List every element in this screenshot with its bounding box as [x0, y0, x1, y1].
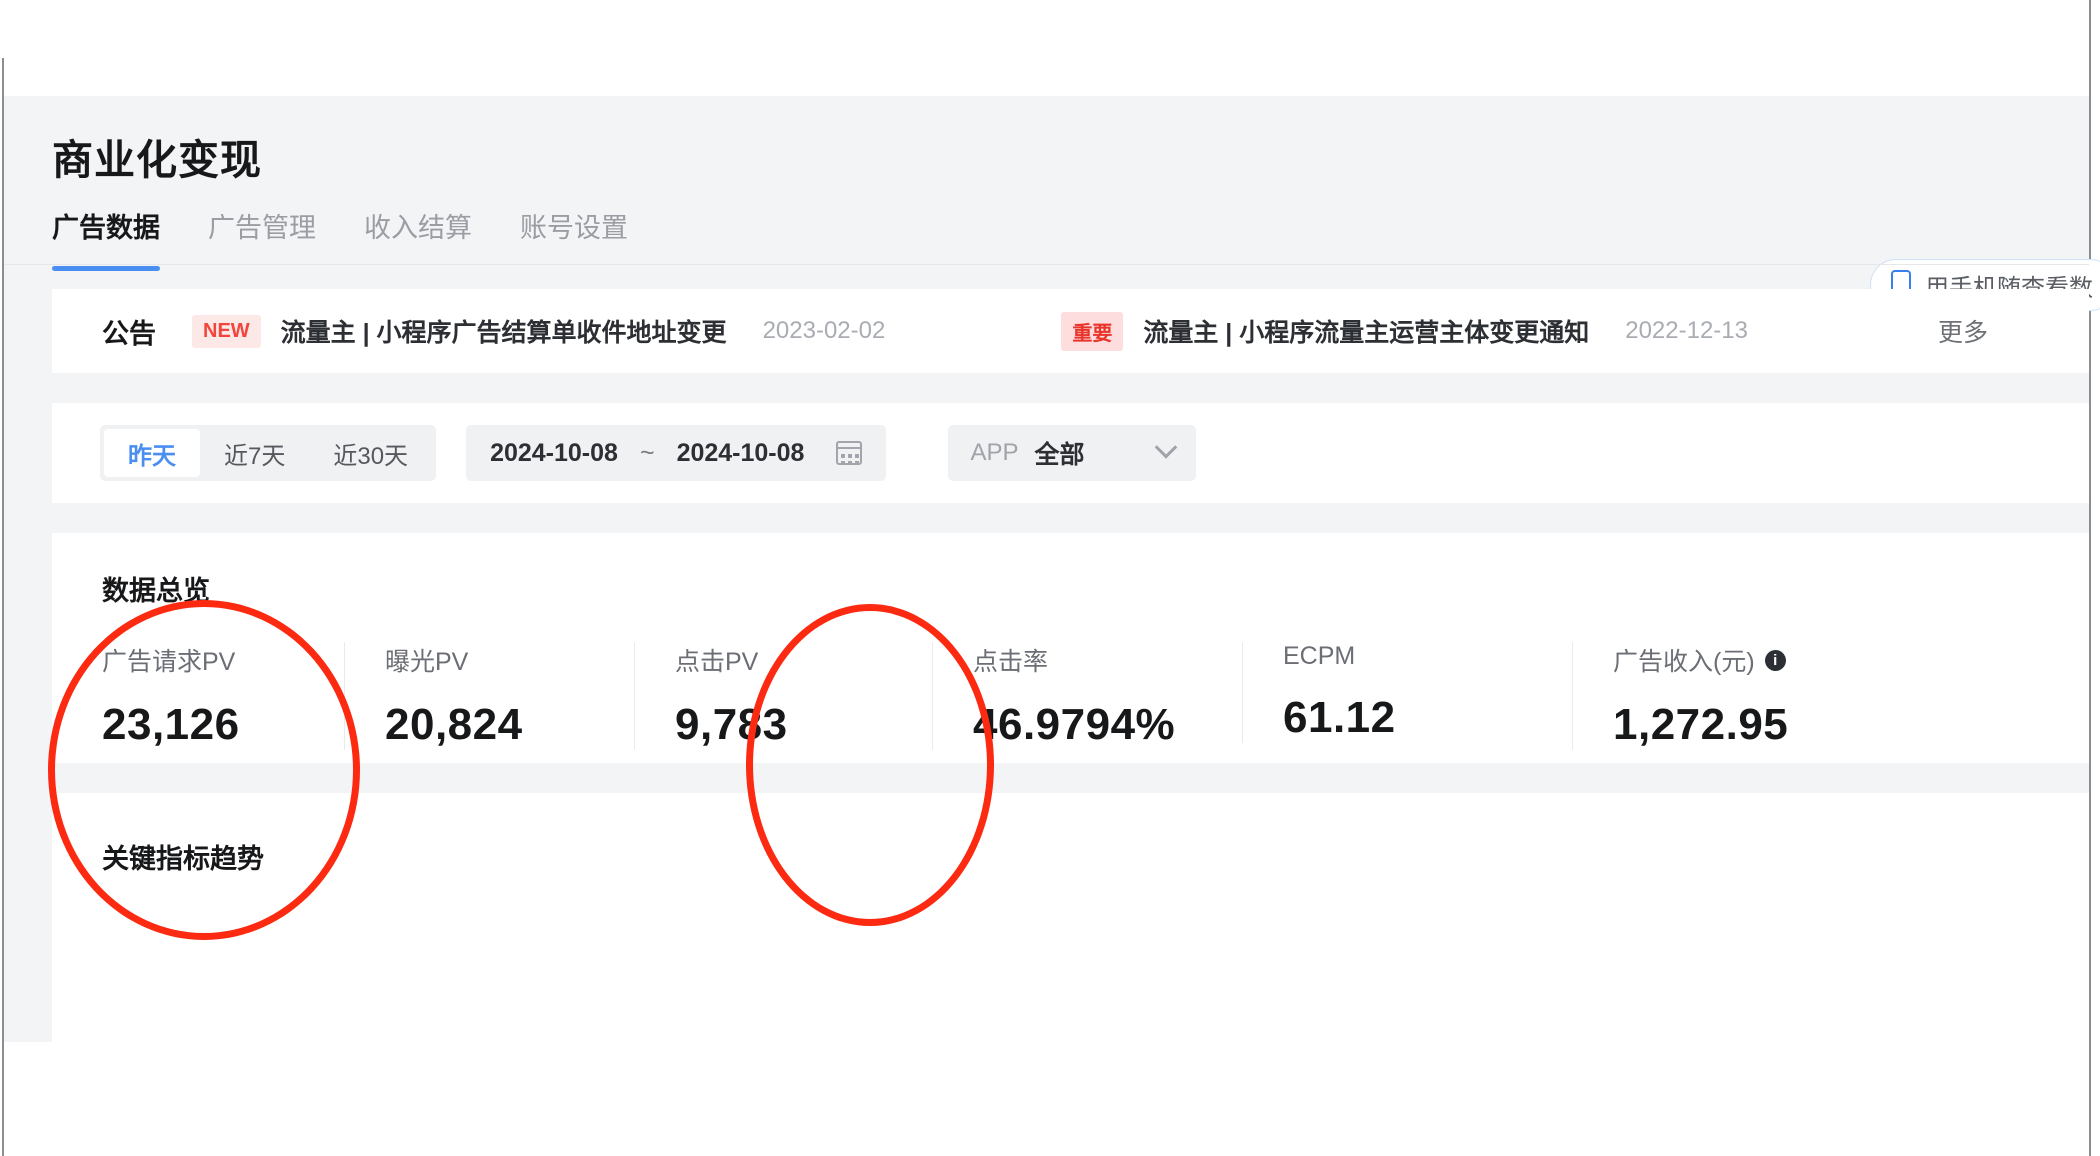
- announcement-badge-important: 重要: [1061, 311, 1124, 351]
- calendar-icon[interactable]: [836, 441, 863, 465]
- range-last7days-button[interactable]: 近7天: [200, 429, 309, 477]
- metric-impression-pv-value: 20,824: [385, 700, 523, 749]
- tab-ad-management-label: 广告管理: [208, 213, 316, 243]
- metric-ecpm-label: ECPM: [1283, 642, 1356, 670]
- range-last30days-label: 近30天: [333, 442, 409, 470]
- range-yesterday-button[interactable]: 昨天: [104, 429, 200, 477]
- key-metrics-trend-title: 关键指标趋势: [102, 844, 264, 874]
- metric-impression-pv: 曝光PV 20,824: [344, 642, 634, 750]
- announcement-more-link[interactable]: 更多: [1938, 313, 1988, 349]
- date-range-picker[interactable]: 2024-10-08 ~ 2024-10-08: [466, 425, 887, 481]
- page-body: 商业化变现 用手机随查看数 广告数据 广告管理 收入结算 账号设置 公告 NEW…: [4, 96, 2100, 1043]
- metric-ad-request-pv: 广告请求PV 23,126: [102, 642, 344, 750]
- data-overview-section: 数据总览 广告请求PV 23,126 曝光PV 20,824 点击PV 9,78…: [52, 533, 2089, 763]
- tab-ad-data-label: 广告数据: [52, 213, 160, 243]
- window-right-border: [2089, 0, 2091, 1156]
- date-start-value[interactable]: 2024-10-08: [490, 439, 618, 468]
- metric-click-rate-value: 46.9794%: [973, 700, 1176, 749]
- chevron-down-icon: [1155, 436, 1178, 459]
- metric-ad-request-pv-label: 广告请求PV: [102, 648, 236, 676]
- metric-ad-request-pv-value: 23,126: [102, 700, 240, 749]
- metric-click-pv: 点击PV 9,783: [634, 642, 932, 750]
- date-range-segmented-control: 昨天 近7天 近30天: [100, 425, 437, 481]
- filter-bar: 昨天 近7天 近30天 2024-10-08 ~ 2024-10-08 APP …: [52, 403, 2089, 503]
- metric-ad-revenue-label-text: 广告收入(元): [1613, 648, 1755, 676]
- app-filter-select[interactable]: APP 全部: [948, 425, 1197, 481]
- date-end-value[interactable]: 2024-10-08: [677, 439, 805, 468]
- tab-bar-divider: [4, 264, 2089, 265]
- page-title: 商业化变现: [52, 137, 262, 183]
- announcement-item-text[interactable]: 流量主 | 小程序广告结算单收件地址变更: [281, 313, 727, 349]
- metric-ad-revenue-label: 广告收入(元) i: [1613, 642, 1912, 678]
- announcement-badge-new: NEW: [192, 314, 261, 348]
- announcement-bar: 公告 NEW 流量主 | 小程序广告结算单收件地址变更 2023-02-02 重…: [52, 289, 2089, 373]
- date-range-separator: ~: [639, 438, 655, 467]
- metric-click-rate: 点击率 46.9794%: [932, 642, 1242, 750]
- metric-ecpm: ECPM 61.12: [1242, 642, 1572, 743]
- metric-click-pv-value: 9,783: [675, 700, 788, 749]
- tab-ad-data[interactable]: 广告数据: [52, 206, 160, 271]
- range-last30days-button[interactable]: 近30天: [309, 429, 432, 477]
- tab-bar: 广告数据 广告管理 收入结算 账号设置: [52, 206, 628, 271]
- tab-revenue-settlement-label: 收入结算: [364, 213, 472, 243]
- announcement-item-date: 2022-12-13: [1625, 317, 1748, 344]
- announcement-item-date: 2023-02-02: [762, 317, 886, 344]
- tab-account-settings-label: 账号设置: [520, 213, 628, 243]
- info-icon[interactable]: i: [1764, 649, 1786, 671]
- tab-account-settings[interactable]: 账号设置: [520, 206, 628, 271]
- screenshot-root: 商业化变现 用手机随查看数 广告数据 广告管理 收入结算 账号设置 公告 NEW…: [0, 0, 2100, 1156]
- range-yesterday-label: 昨天: [128, 442, 176, 470]
- metrics-row: 广告请求PV 23,126 曝光PV 20,824 点击PV 9,783 点击率…: [102, 642, 2089, 750]
- data-overview-title: 数据总览: [102, 576, 210, 606]
- metric-ecpm-value: 61.12: [1283, 693, 1396, 742]
- app-filter-value: 全部: [1034, 441, 1085, 469]
- tab-ad-management[interactable]: 广告管理: [208, 206, 316, 271]
- metric-click-rate-label: 点击率: [973, 648, 1049, 676]
- announcement-label: 公告: [102, 318, 156, 349]
- range-last7days-label: 近7天: [224, 442, 286, 470]
- key-metrics-trend-section: 关键指标趋势: [52, 793, 2089, 1043]
- page-header: 商业化变现 用手机随查看数 广告数据 广告管理 收入结算 账号设置: [4, 96, 2100, 311]
- metric-ad-revenue-value: 1,272.95: [1613, 700, 1789, 749]
- app-filter-label: APP: [970, 439, 1019, 466]
- metric-impression-pv-label: 曝光PV: [385, 648, 469, 676]
- metric-ad-revenue: 广告收入(元) i 1,272.95: [1572, 642, 1912, 750]
- announcement-item-text[interactable]: 流量主 | 小程序流量主运营主体变更通知: [1143, 313, 1589, 349]
- tab-revenue-settlement[interactable]: 收入结算: [364, 206, 472, 271]
- metric-click-pv-label: 点击PV: [675, 648, 759, 676]
